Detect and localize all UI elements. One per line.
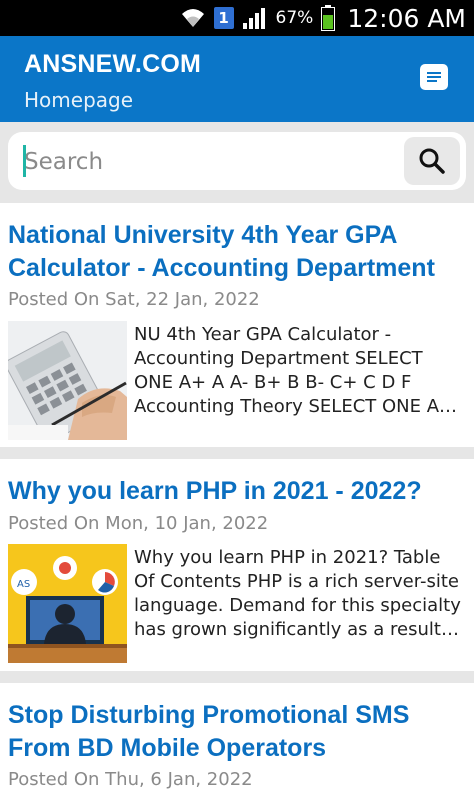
post-date: Posted On Thu, 6 Jan, 2022 [8, 769, 253, 790]
post-thumbnail[interactable] [8, 321, 127, 440]
calculator-hand-image [8, 321, 127, 440]
battery-icon [321, 5, 336, 31]
list-menu-icon [427, 72, 441, 82]
battery-percent: 67% [275, 8, 314, 28]
post-card[interactable]: Stop Disturbing Promotional SMS From BD … [0, 683, 474, 790]
post-thumbnail[interactable]: AS [8, 544, 127, 663]
search-bar [8, 132, 466, 190]
signal-icon [242, 7, 268, 29]
svg-text:AS: AS [17, 579, 30, 590]
post-title[interactable]: National University 4th Year GPA Calcula… [8, 219, 468, 285]
post-card[interactable]: Why you learn PHP in 2021 - 2022? Posted… [0, 459, 474, 671]
status-bar: 1 67% 12:06 AM [0, 0, 474, 36]
post-excerpt: NU 4th Year GPA Calculator - Accounting … [134, 324, 455, 417]
post-title[interactable]: Stop Disturbing Promotional SMS From BD … [8, 699, 468, 765]
app-header: ANSNEW.COM Homepage [0, 36, 474, 122]
post-card[interactable]: National University 4th Year GPA Calcula… [0, 203, 474, 447]
post-date: Posted On Sat, 22 Jan, 2022 [8, 289, 260, 310]
page-subtitle: Homepage [24, 88, 134, 112]
developer-desk-illustration: AS [8, 544, 127, 663]
notification-badge: 1 [213, 7, 234, 29]
post-date: Posted On Mon, 10 Jan, 2022 [8, 513, 269, 534]
search-icon [419, 148, 445, 174]
post-title[interactable]: Why you learn PHP in 2021 - 2022? [8, 475, 468, 508]
wifi-icon [180, 7, 206, 29]
menu-button[interactable] [420, 64, 448, 90]
search-input[interactable] [22, 138, 396, 186]
text-cursor [23, 145, 26, 177]
status-clock: 12:06 AM [347, 3, 466, 33]
search-button[interactable] [404, 137, 460, 185]
site-title[interactable]: ANSNEW.COM [24, 50, 201, 79]
post-excerpt: Why you learn PHP in 2021? Table Of Cont… [134, 547, 461, 640]
